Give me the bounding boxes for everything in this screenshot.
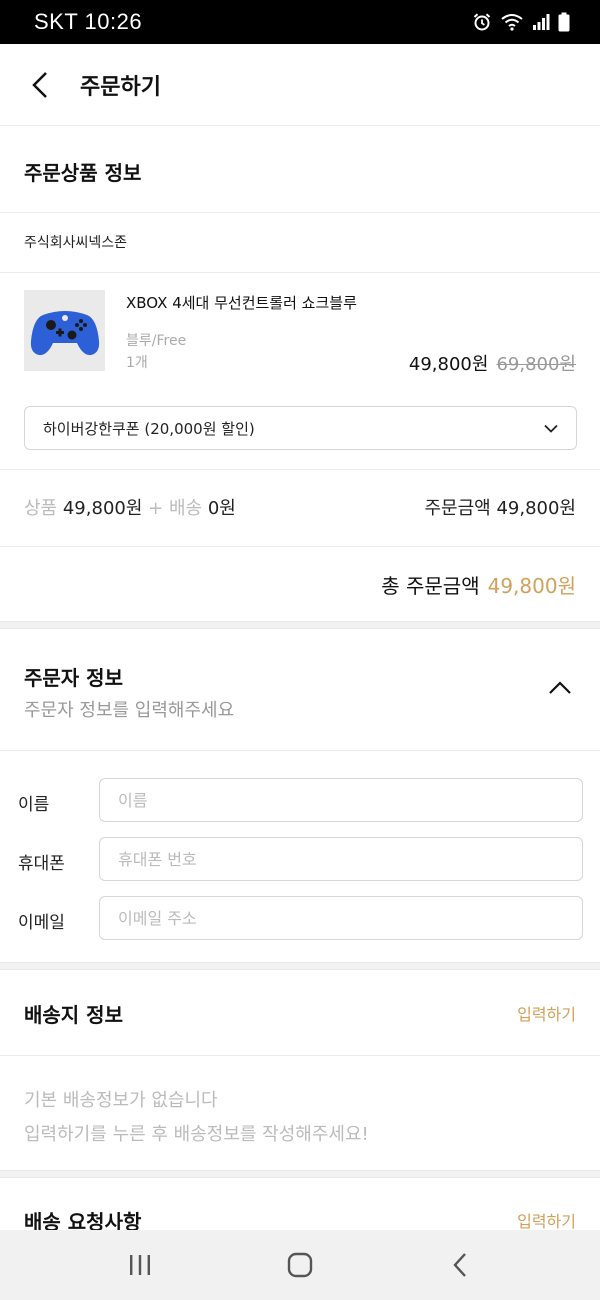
- email-input[interactable]: [99, 896, 583, 940]
- product-original-price: 69,800원: [496, 354, 576, 375]
- alarm-icon: [473, 13, 491, 31]
- name-label: 이름: [18, 795, 50, 815]
- wifi-icon: [501, 14, 523, 31]
- section-separator: [0, 621, 600, 629]
- system-nav-bar: [0, 1230, 600, 1300]
- chevron-left-icon: [32, 71, 47, 98]
- system-back-button[interactable]: [420, 1235, 500, 1295]
- product-amount-label: 상품: [24, 498, 58, 519]
- email-label: 이메일: [18, 913, 65, 933]
- phone-input[interactable]: [99, 837, 583, 881]
- orderer-title: 주문자 정보: [24, 666, 123, 690]
- home-icon: [287, 1252, 313, 1278]
- shipping-header: 배송지 정보 입력하기: [0, 988, 600, 1038]
- amount-breakdown: 상품 49,800원 + 배송 0원: [24, 494, 236, 520]
- product-amount: 49,800원: [62, 498, 143, 519]
- shipping-empty-message: 기본 배송정보가 없습니다: [24, 1090, 218, 1111]
- amount-summary: 상품 49,800원 + 배송 0원 주문금액 49,800원: [24, 494, 576, 520]
- status-icons: [472, 12, 570, 32]
- chevron-up-icon: [549, 681, 571, 694]
- shipping-input-button[interactable]: 입력하기: [517, 1001, 576, 1025]
- back-button[interactable]: [0, 44, 80, 126]
- shipping-amount: 0원: [207, 498, 236, 519]
- name-input[interactable]: [99, 778, 583, 822]
- total-amount: 49,800원: [487, 574, 576, 598]
- product-thumbnail[interactable]: [24, 290, 105, 371]
- shipping-amount-label: 배송: [168, 498, 203, 519]
- chevron-down-icon: [544, 424, 558, 433]
- plus-sign: +: [148, 498, 164, 519]
- status-time: SKT 10:26: [34, 9, 143, 34]
- divider: [0, 750, 600, 751]
- phone-label: 휴대폰: [18, 854, 65, 874]
- product-option: 블루/Free: [126, 333, 187, 349]
- shipping-empty-hint: 입력하기를 누른 후 배송정보를 작성해주세요!: [24, 1124, 369, 1145]
- signal-icon: [533, 14, 550, 30]
- status-bar: SKT 10:26: [0, 0, 600, 44]
- section-separator: [0, 962, 600, 970]
- recent-apps-icon: [130, 1255, 150, 1275]
- home-button[interactable]: [260, 1235, 340, 1295]
- divider: [0, 212, 600, 213]
- divider: [0, 1055, 600, 1056]
- divider: [0, 469, 600, 470]
- product-quantity: 1개: [126, 355, 148, 371]
- order-product-header: 주문상품 정보: [0, 146, 600, 196]
- divider: [0, 546, 600, 547]
- product-name[interactable]: XBOX 4세대 무선컨트롤러 쇼크블루: [126, 292, 357, 313]
- product-price: 49,800원: [408, 354, 489, 375]
- order-amount-value: 49,800원: [496, 498, 576, 519]
- divider: [0, 272, 600, 273]
- recent-apps-button[interactable]: [100, 1235, 180, 1295]
- seller-name: 주식회사씨넥스존: [24, 235, 128, 251]
- section-separator: [0, 1170, 600, 1178]
- total-label: 총 주문금액: [381, 574, 480, 598]
- back-icon: [453, 1253, 466, 1277]
- order-amount-label: 주문금액: [424, 498, 491, 519]
- orderer-collapse-button[interactable]: [544, 672, 576, 704]
- app-header: 주문하기: [0, 44, 600, 126]
- delivery-request-input-button[interactable]: 입력하기: [517, 1208, 576, 1232]
- total-order-amount: 총 주문금액 49,800원: [381, 570, 576, 599]
- coupon-select[interactable]: 하이버강한쿠폰 (20,000원 할인): [24, 406, 577, 450]
- product-price-row: 49,800원 69,800원: [409, 350, 576, 376]
- coupon-selected-label: 하이버강한쿠폰 (20,000원 할인): [43, 419, 255, 438]
- page-title: 주문하기: [80, 74, 161, 100]
- order-product-title: 주문상품 정보: [24, 160, 142, 185]
- battery-icon: [558, 12, 570, 32]
- shipping-title: 배송지 정보: [24, 1002, 123, 1027]
- order-amount: 주문금액 49,800원: [424, 494, 576, 520]
- orderer-subtitle: 주문자 정보를 입력해주세요: [24, 700, 235, 721]
- controller-image: [30, 310, 99, 355]
